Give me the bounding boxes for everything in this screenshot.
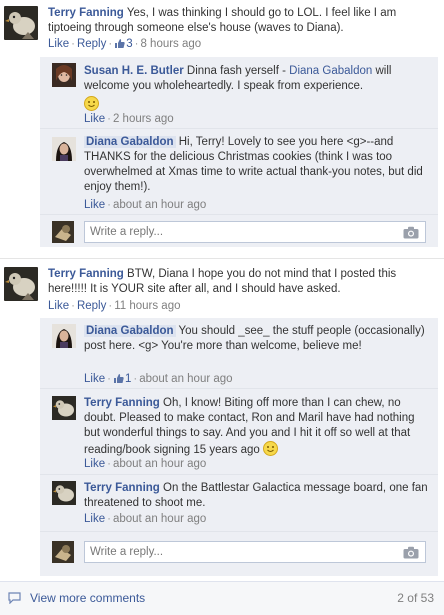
avatar-terry-fanning[interactable] bbox=[52, 481, 76, 505]
smiley-emoticon-icon bbox=[84, 96, 99, 111]
comment-body: Terry Fanning BTW, Diana I hope you do n… bbox=[48, 267, 438, 297]
camera-icon[interactable] bbox=[403, 226, 419, 239]
timestamp[interactable]: 2 hours ago bbox=[113, 113, 174, 125]
write-reply-row: Write a reply... bbox=[52, 540, 426, 566]
timestamp[interactable]: about an hour ago bbox=[139, 373, 232, 385]
like-link[interactable]: Like bbox=[84, 113, 105, 125]
reply-meta: Like · 2 hours ago bbox=[84, 113, 174, 125]
like-link[interactable]: Like bbox=[48, 38, 69, 50]
comment-thread-1: Terry Fanning Yes, I was thinking I shou… bbox=[0, 0, 444, 247]
write-reply-input[interactable]: Write a reply... bbox=[84, 221, 426, 243]
timestamp[interactable]: 8 hours ago bbox=[140, 38, 201, 50]
reply-body: Diana Gabaldon You should _see_ the stuf… bbox=[84, 324, 430, 354]
timestamp[interactable]: about an hour ago bbox=[113, 513, 206, 525]
comments-footer: View more comments 2 of 53 bbox=[0, 581, 444, 615]
comment-meta: Like · Reply · 3 · 8 hours ago bbox=[48, 38, 202, 50]
mention-link[interactable]: Diana Gabaldon bbox=[289, 65, 372, 77]
like-link[interactable]: Like bbox=[84, 458, 105, 470]
write-reply-row: Write a reply... bbox=[52, 220, 426, 246]
comment-count: 2 of 53 bbox=[397, 591, 434, 605]
like-count[interactable]: 1 bbox=[113, 373, 131, 385]
replies-container: Diana Gabaldon You should _see_ the stuf… bbox=[40, 318, 438, 576]
like-count[interactable]: 3 bbox=[114, 38, 133, 50]
camera-icon[interactable] bbox=[403, 546, 419, 559]
reply-item: Terry Fanning Oh, I know! Biting off mor… bbox=[40, 389, 438, 475]
smiley-emoticon-icon bbox=[263, 441, 279, 456]
avatar-susan-butler[interactable] bbox=[52, 63, 76, 87]
timestamp[interactable]: 11 hours ago bbox=[114, 300, 180, 312]
reply-author[interactable]: Susan H. E. Butler bbox=[84, 65, 184, 77]
avatar-diana-gabaldon[interactable] bbox=[52, 324, 76, 348]
avatar-current-user bbox=[52, 541, 74, 563]
timestamp[interactable]: about an hour ago bbox=[113, 458, 206, 470]
like-link[interactable]: Like bbox=[84, 373, 105, 385]
comment-author[interactable]: Terry Fanning bbox=[48, 268, 124, 280]
thumbs-up-icon bbox=[115, 39, 125, 48]
reply-meta: Like · about an hour ago bbox=[84, 199, 207, 211]
comment-body: Terry Fanning Yes, I was thinking I shou… bbox=[48, 6, 438, 36]
reply-body: Terry Fanning On the Battlestar Galactic… bbox=[84, 481, 430, 511]
reply-link[interactable]: Reply bbox=[77, 300, 106, 312]
like-link[interactable]: Like bbox=[84, 513, 105, 525]
reply-author[interactable]: Diana Gabaldon bbox=[84, 136, 176, 148]
like-link[interactable]: Like bbox=[48, 300, 69, 312]
reply-link[interactable]: Reply bbox=[77, 38, 106, 50]
avatar-terry-fanning[interactable] bbox=[52, 396, 76, 420]
reply-item: Terry Fanning On the Battlestar Galactic… bbox=[40, 475, 438, 532]
comment-author[interactable]: Terry Fanning bbox=[48, 7, 124, 19]
avatar-current-user bbox=[52, 221, 74, 243]
reply-body: Susan H. E. Butler Dinna fash yerself - … bbox=[84, 64, 430, 113]
reply-item: Diana Gabaldon You should _see_ the stuf… bbox=[40, 318, 438, 389]
reply-body: Terry Fanning Oh, I know! Biting off mor… bbox=[84, 396, 430, 458]
reply-meta: Like · about an hour ago bbox=[84, 513, 207, 525]
replies-container: Susan H. E. Butler Dinna fash yerself - … bbox=[40, 57, 438, 247]
reply-meta: Like · about an hour ago bbox=[84, 458, 207, 470]
avatar-terry-fanning[interactable] bbox=[4, 6, 38, 40]
reply-text: Dinna fash yerself - bbox=[186, 65, 290, 77]
reply-author[interactable]: Diana Gabaldon bbox=[84, 325, 176, 337]
reply-body: Diana Gabaldon Hi, Terry! Lovely to see … bbox=[84, 135, 430, 195]
timestamp[interactable]: about an hour ago bbox=[113, 199, 206, 211]
reply-item: Diana Gabaldon Hi, Terry! Lovely to see … bbox=[40, 129, 438, 215]
comment-meta: Like · Reply · 11 hours ago bbox=[48, 300, 181, 312]
reply-item: Susan H. E. Butler Dinna fash yerself - … bbox=[40, 57, 438, 129]
like-link[interactable]: Like bbox=[84, 199, 105, 211]
reply-author[interactable]: Terry Fanning bbox=[84, 482, 160, 494]
reply-meta: Like · 1 · about an hour ago bbox=[84, 373, 233, 385]
view-more-comments-link[interactable]: View more comments bbox=[30, 591, 145, 605]
thumbs-up-icon bbox=[113, 374, 124, 383]
write-reply-input[interactable]: Write a reply... bbox=[84, 541, 426, 563]
reply-author[interactable]: Terry Fanning bbox=[84, 397, 160, 409]
comment-bubble-icon bbox=[8, 592, 21, 604]
thread-divider bbox=[0, 258, 444, 259]
comment-thread-2: Terry Fanning BTW, Diana I hope you do n… bbox=[0, 262, 444, 578]
avatar-diana-gabaldon[interactable] bbox=[52, 137, 76, 161]
avatar-terry-fanning[interactable] bbox=[4, 267, 38, 301]
